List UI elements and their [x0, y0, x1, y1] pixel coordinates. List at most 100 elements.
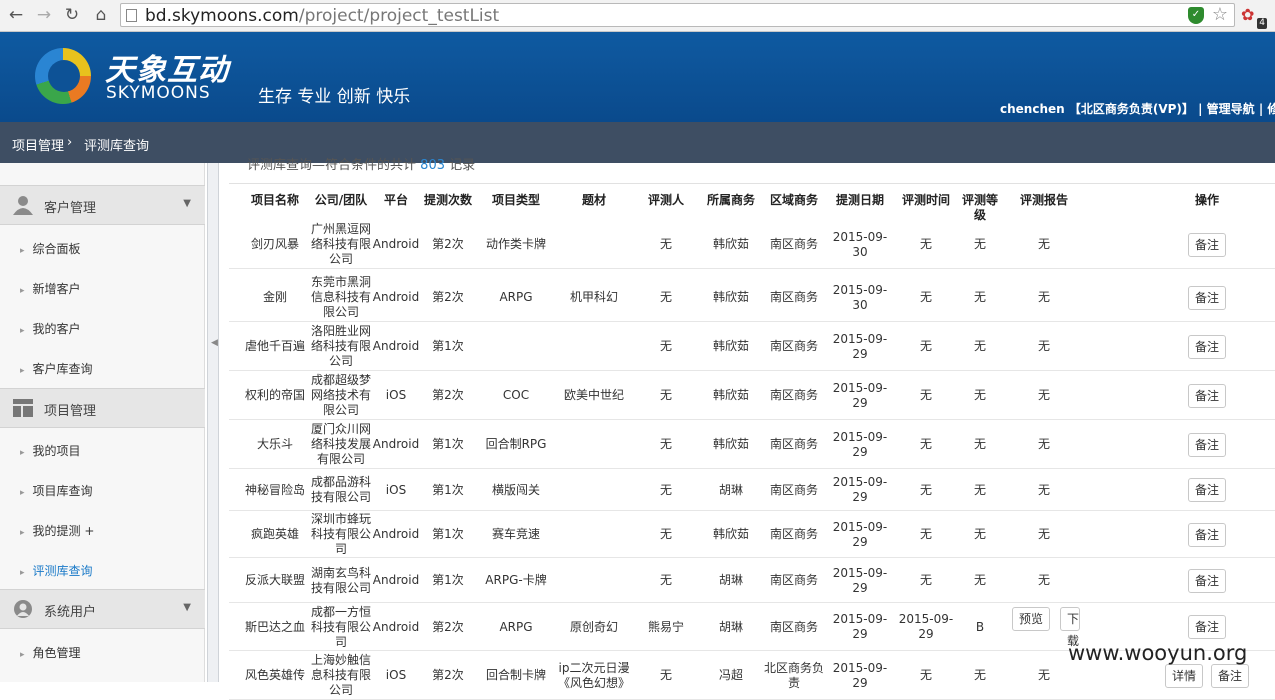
- browser-toolbar: ← → ↻ ⌂ bd.skymoons.com/project/project_…: [0, 0, 1275, 32]
- bookmark-star-icon[interactable]: ☆: [1212, 4, 1228, 26]
- sidebar-item-my-projects[interactable]: ▸ 我的项目: [20, 442, 81, 459]
- cell-tester: 无: [659, 237, 672, 251]
- sidebar-group-projects[interactable]: 项目管理: [0, 388, 205, 428]
- note-button[interactable]: 备注: [1188, 432, 1226, 457]
- sidebar-item-roles[interactable]: ▸ 角色管理: [20, 644, 81, 661]
- cell-test-time: 2015-09-29: [898, 612, 954, 641]
- sidebar-item-my-submissions[interactable]: ▸ 我的提测 +: [20, 522, 94, 539]
- note-button[interactable]: 备注: [1188, 615, 1226, 639]
- cell-project-type: ARPG: [499, 619, 533, 634]
- breadcrumb-item-current: 评测库查询: [84, 139, 150, 154]
- cell-company: 成都超级梦网络技术有限公司: [310, 373, 371, 417]
- cell-grade: 无: [973, 573, 986, 587]
- note-button[interactable]: 备注: [1188, 522, 1226, 547]
- cell-submission-count: 第2次: [432, 619, 464, 634]
- header-project-type: 项目类型: [491, 193, 540, 207]
- cell-theme: [556, 511, 632, 558]
- cell-tester: 无: [659, 482, 672, 497]
- cell-submit-date: 2015-09-30: [832, 229, 888, 259]
- cell-company: 洛阳胜业网络科技有限公司: [310, 324, 371, 368]
- header-test-time: 评测时间: [901, 193, 950, 207]
- cell-tester: 无: [659, 290, 672, 304]
- sidebar-item-test-query[interactable]: ▸ 评测库查询: [20, 562, 93, 579]
- note-button[interactable]: 备注: [1188, 232, 1226, 257]
- cell-business-owner: 韩欣茹: [712, 237, 749, 251]
- note-button[interactable]: 备注: [1188, 334, 1226, 359]
- project-icon: [13, 399, 33, 417]
- cell-company: 成都一方恒科技有限公司: [310, 604, 371, 649]
- header-region: 区域商务: [769, 193, 818, 207]
- cell-platform: Android: [372, 527, 420, 541]
- cell-region: 南区商务: [769, 437, 818, 451]
- sidebar-item-dashboard[interactable]: ▸ 综合面板: [20, 240, 81, 257]
- cell-tester: 无: [659, 527, 672, 541]
- cell-test-time: 无: [919, 527, 932, 541]
- cell-test-time: 无: [919, 573, 932, 587]
- user-links[interactable]: chenchen 【北区商务负责(VP)】 | 管理导航 | 修改密: [1000, 100, 1275, 117]
- cell-project-name: 神秘冒险岛: [244, 482, 305, 497]
- breadcrumb-item-project[interactable]: 项目管理: [12, 135, 64, 154]
- cell-theme: 机甲科幻: [569, 290, 618, 304]
- note-button[interactable]: 备注: [1211, 663, 1249, 688]
- header-platform: 平台: [383, 193, 408, 207]
- download-report-button[interactable]: 下载: [1060, 607, 1080, 648]
- note-button[interactable]: 备注: [1188, 568, 1226, 593]
- cell-platform: iOS: [385, 668, 407, 682]
- sidebar-item-project-query[interactable]: ▸ 项目库查询: [20, 482, 93, 499]
- cell-submit-date: 2015-09-29: [832, 565, 888, 595]
- shield-icon[interactable]: ✓: [1188, 7, 1204, 24]
- home-icon[interactable]: ⌂: [89, 4, 113, 26]
- cell-report: 无: [1037, 527, 1050, 541]
- cell-submission-count: 第1次: [432, 573, 464, 587]
- sidebar-item-new-customer[interactable]: ▸ 新增客户: [20, 280, 81, 297]
- user-icon: [13, 196, 33, 215]
- note-button[interactable]: 备注: [1188, 285, 1226, 310]
- note-button[interactable]: 备注: [1188, 478, 1226, 502]
- cell-company: 上海妙触信息科技有限公司: [310, 653, 371, 697]
- cell-platform: Android: [372, 437, 420, 451]
- sidebar-group-customers[interactable]: 客户管理 ▼: [0, 185, 205, 225]
- cell-theme: [556, 420, 632, 469]
- extension-icon[interactable]: ✿ 4: [1241, 5, 1267, 29]
- sidebar-group-system-users[interactable]: 系统用户 ▼: [0, 589, 205, 629]
- header-project-name: 项目名称: [250, 193, 299, 207]
- cell-submission-count: 第1次: [432, 527, 464, 541]
- sidebar-item-customer-query[interactable]: ▸ 客户库查询: [20, 360, 93, 377]
- cell-tester: 熊易宁: [647, 619, 684, 634]
- cell-business-owner: 韩欣茹: [712, 437, 749, 451]
- cell-project-name: 金刚: [262, 290, 287, 304]
- forward-icon[interactable]: →: [32, 4, 56, 26]
- cell-project-name: 风色英雄传: [244, 668, 305, 682]
- cell-business-owner: 韩欣茹: [712, 290, 749, 304]
- header-actions: 操作: [1194, 193, 1219, 207]
- sidebar-item-my-customers[interactable]: ▸ 我的客户: [20, 320, 81, 337]
- cell-grade: B: [975, 619, 985, 634]
- preview-report-button[interactable]: 预览: [1012, 607, 1050, 631]
- cell-test-time: 无: [919, 388, 932, 402]
- cell-project-type: ARPG: [499, 290, 533, 304]
- cell-report: 无: [1037, 290, 1050, 304]
- cell-platform: Android: [372, 237, 420, 251]
- reload-icon[interactable]: ↻: [60, 4, 84, 26]
- cell-project-type: COC: [502, 388, 530, 402]
- cell-report: 无: [1037, 573, 1050, 587]
- header-business-owner: 所属商务: [706, 193, 755, 207]
- sidebar-splitter[interactable]: ◀: [207, 163, 219, 682]
- back-icon[interactable]: ←: [4, 4, 28, 26]
- result-summary: 评测库查询—符合条件的共计 803 记录: [247, 158, 476, 173]
- address-bar[interactable]: bd.skymoons.com/project/project_testList…: [120, 3, 1235, 27]
- cell-theme: [556, 558, 632, 603]
- cell-business-owner: 韩欣茹: [712, 388, 749, 402]
- header-report: 评测报告: [1019, 193, 1068, 207]
- detail-button[interactable]: 详情: [1165, 663, 1203, 688]
- cell-submission-count: 第1次: [432, 482, 464, 497]
- page-icon: [126, 9, 137, 22]
- cell-region: 南区商务: [769, 237, 818, 251]
- cell-submission-count: 第1次: [432, 437, 464, 451]
- collapse-arrow-icon[interactable]: ◀: [211, 338, 218, 348]
- note-button[interactable]: 备注: [1188, 383, 1226, 408]
- url-text[interactable]: bd.skymoons.com/project/project_testList: [145, 5, 499, 27]
- cell-project-name: 斯巴达之血: [244, 619, 305, 634]
- cell-submit-date: 2015-09-29: [832, 429, 888, 459]
- cell-test-time: 无: [919, 668, 932, 682]
